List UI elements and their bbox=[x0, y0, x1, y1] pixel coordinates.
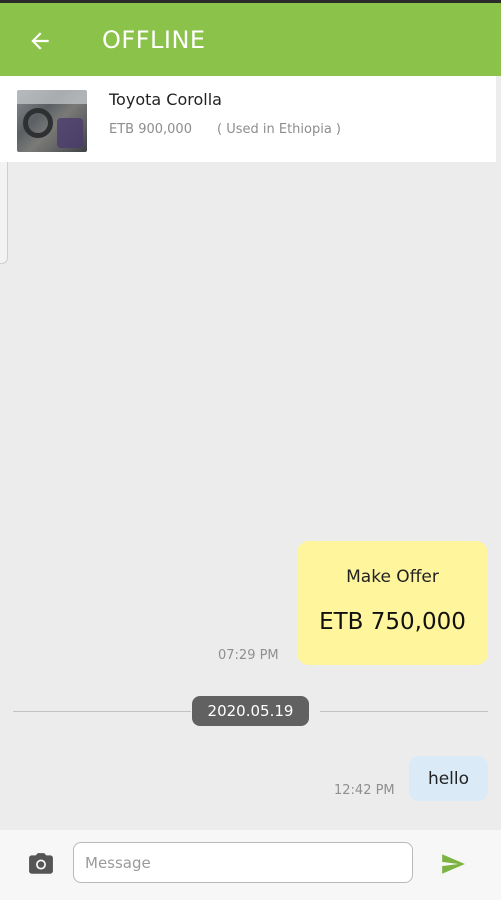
send-icon bbox=[442, 854, 465, 874]
camera-button[interactable] bbox=[28, 852, 54, 876]
camera-icon bbox=[29, 853, 53, 874]
product-card[interactable]: Toyota Corolla ETB 900,000 ( Used in Eth… bbox=[0, 76, 496, 162]
page-title: OFFLINE bbox=[102, 26, 206, 54]
send-button[interactable] bbox=[440, 851, 466, 877]
product-thumbnail bbox=[17, 90, 87, 152]
back-button[interactable] bbox=[20, 21, 60, 61]
divider bbox=[320, 711, 488, 712]
product-price: ETB 900,000 bbox=[109, 122, 192, 137]
arrow-left-icon bbox=[31, 32, 49, 50]
message-timestamp: 07:29 PM bbox=[218, 648, 279, 663]
offer-message-bubble[interactable]: Make Offer ETB 750,000 bbox=[297, 541, 488, 665]
divider bbox=[13, 711, 191, 712]
message-timestamp: 12:42 PM bbox=[334, 783, 395, 798]
text-message-bubble[interactable]: hello bbox=[409, 756, 488, 801]
date-separator: 2020.05.19 bbox=[192, 696, 309, 726]
message-input[interactable] bbox=[73, 842, 413, 883]
offer-amount: ETB 750,000 bbox=[319, 609, 466, 635]
message-composer bbox=[0, 830, 501, 900]
offer-label: Make Offer bbox=[346, 567, 439, 587]
product-title: Toyota Corolla bbox=[109, 90, 222, 109]
product-condition: ( Used in Ethiopia ) bbox=[217, 122, 342, 137]
app-bar: OFFLINE bbox=[0, 3, 501, 76]
